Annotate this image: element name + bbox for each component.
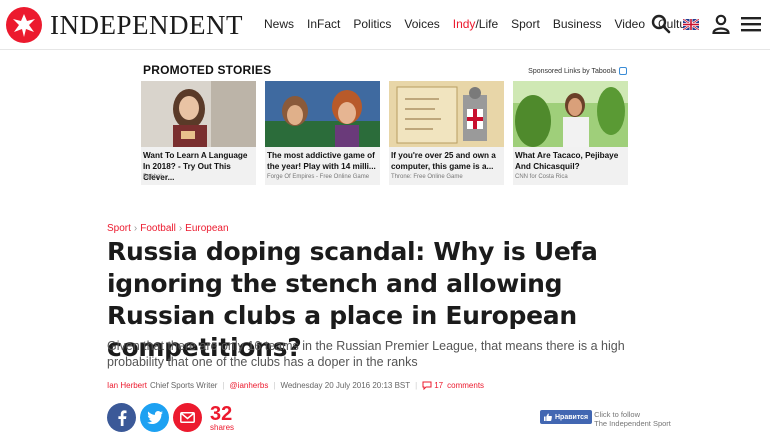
promo-caption: If you're over 25 and own a computer, th… (391, 151, 496, 171)
twitter-share-button[interactable] (140, 403, 169, 432)
facebook-icon (117, 409, 126, 426)
share-count-number: 32 (210, 402, 233, 425)
share-count-label: shares (210, 422, 235, 432)
site-header: INDEPENDENT News InFact Politics Voices … (0, 0, 770, 50)
mail-icon (180, 412, 195, 423)
facebook-follow: Нравится Click to follow The Independent… (540, 410, 671, 428)
thumbs-up-icon (544, 413, 552, 421)
promo-source: Throne: Free Online Game (391, 174, 463, 180)
byline-separator: | (415, 381, 418, 390)
nav-indy-part: Indy (452, 17, 476, 31)
facebook-like-button[interactable]: Нравится (540, 410, 593, 424)
byline: Ian Herbert Chief Sports Writer | @ianhe… (107, 381, 484, 390)
share-count: 32 shares (210, 404, 234, 432)
sponsor-label[interactable]: Sponsored Links by Taboola (528, 67, 627, 75)
comments-label: comments (447, 381, 485, 390)
nav-infact[interactable]: InFact (307, 16, 340, 32)
promo-item[interactable]: The most addictive game of the year! Pla… (265, 81, 380, 185)
author-role: Chief Sports Writer (150, 381, 218, 390)
promo-image (141, 81, 256, 147)
breadcrumb-sport[interactable]: Sport (107, 223, 131, 234)
follow-text: Click to follow The Independent Sport (594, 410, 671, 428)
breadcrumb-european[interactable]: European (185, 223, 228, 234)
main-nav: News InFact Politics Voices Indy/Life Sp… (264, 16, 710, 32)
promo-caption: The most addictive game of the year! Pla… (267, 151, 376, 171)
promo-title: PROMOTED STORIES (143, 63, 272, 77)
author-name[interactable]: Ian Herbert (107, 381, 147, 390)
twitter-icon (146, 411, 163, 424)
promo-image (265, 81, 380, 147)
promo-source: Forge Of Empires - Free Online Game (267, 174, 370, 180)
share-bar: 32 shares (107, 403, 234, 432)
uk-flag-icon[interactable] (680, 13, 702, 35)
article-standfirst: Given that there are only 16 teams in th… (107, 339, 625, 369)
promoted-stories: PROMOTED STORIES Sponsored Links by Tabo… (141, 63, 628, 185)
nav-business[interactable]: Business (553, 16, 602, 32)
search-icon[interactable] (650, 13, 672, 35)
promo-caption: What Are Tacaco, Pejibaye And Chicasquil… (515, 151, 619, 171)
nav-politics[interactable]: Politics (353, 16, 391, 32)
promo-item[interactable]: What Are Tacaco, Pejibaye And Chicasquil… (513, 81, 628, 185)
nav-indy-life[interactable]: Indy/Life (453, 16, 498, 32)
nav-sport[interactable]: Sport (511, 16, 540, 32)
comment-icon (422, 381, 432, 390)
logo-wordmark: INDEPENDENT (50, 9, 243, 40)
nav-voices[interactable]: Voices (404, 16, 439, 32)
email-share-button[interactable] (173, 403, 202, 432)
promo-source: Babbel (143, 174, 162, 180)
taboola-icon (619, 67, 627, 75)
like-label: Нравится (555, 413, 589, 421)
eagle-logo-icon (6, 7, 42, 43)
sponsor-text: Sponsored Links by Taboola (528, 67, 616, 75)
promo-source: CNN for Costa Rica (515, 174, 568, 180)
user-icon[interactable] (710, 13, 732, 35)
promo-list: Want To Learn A Language In 2018? - Try … (141, 81, 628, 185)
byline-separator: | (273, 381, 276, 390)
comments-link[interactable]: 17 comments (422, 381, 484, 390)
twitter-handle[interactable]: @ianherbs (230, 381, 269, 390)
breadcrumb: Sport › Football › European (107, 223, 229, 234)
nav-life-part: /Life (475, 17, 499, 31)
promo-item[interactable]: If you're over 25 and own a computer, th… (389, 81, 504, 185)
breadcrumb-separator: › (178, 223, 183, 234)
promo-image (513, 81, 628, 147)
promo-image (389, 81, 504, 147)
follow-line1: Click to follow (594, 410, 641, 419)
follow-line2: The Independent Sport (594, 419, 671, 428)
nav-video[interactable]: Video (615, 16, 645, 32)
site-logo[interactable]: INDEPENDENT (6, 6, 243, 44)
header-icons (650, 13, 762, 35)
facebook-share-button[interactable] (107, 403, 136, 432)
breadcrumb-separator: › (133, 223, 138, 234)
promo-item[interactable]: Want To Learn A Language In 2018? - Try … (141, 81, 256, 185)
byline-separator: | (222, 381, 225, 390)
comments-count: 17 (434, 381, 444, 390)
nav-news[interactable]: News (264, 16, 294, 32)
breadcrumb-football[interactable]: Football (140, 223, 176, 234)
publish-date: Wednesday 20 July 2016 20:13 BST (280, 381, 411, 390)
menu-icon[interactable] (740, 13, 762, 35)
